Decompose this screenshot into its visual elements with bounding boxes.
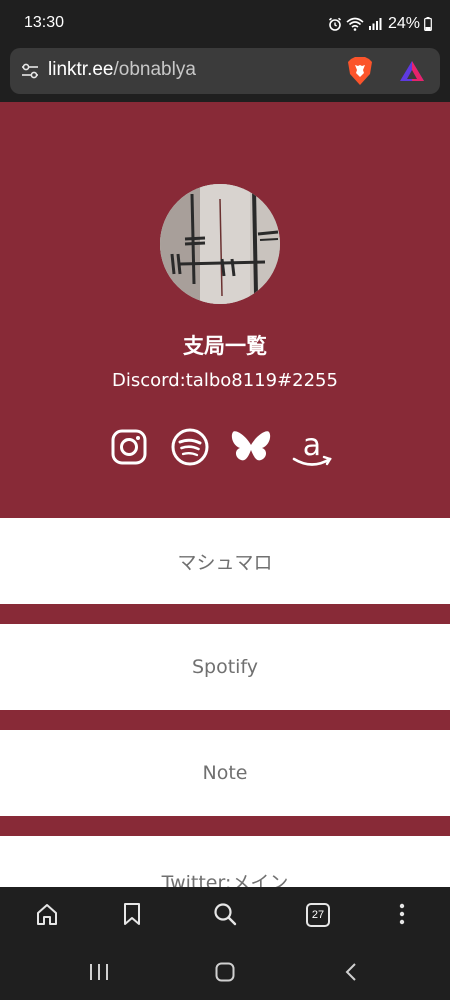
profile-bio: Discord:talbo8119#2255 bbox=[112, 370, 338, 391]
browser-toolbar bbox=[0, 887, 450, 944]
brave-rewards-icon[interactable] bbox=[398, 59, 426, 87]
home-icon[interactable] bbox=[34, 901, 60, 931]
profile-name: 支局一覧 bbox=[183, 334, 267, 358]
link-button-spotify[interactable]: Spotify bbox=[0, 624, 450, 710]
more-icon[interactable] bbox=[390, 901, 414, 931]
status-icons: 24% bbox=[328, 13, 432, 35]
spotify-icon[interactable] bbox=[170, 427, 210, 471]
home-button-icon[interactable] bbox=[214, 962, 236, 986]
status-bar: 13:30 24% bbox=[0, 0, 450, 46]
url-field[interactable]: linktr.ee/obnablya bbox=[10, 48, 440, 94]
link-button-marshmallow[interactable]: マシュマロ bbox=[0, 518, 450, 604]
battery-icon bbox=[424, 17, 432, 31]
browser-address-bar: linktr.ee/obnablya bbox=[0, 46, 450, 102]
amazon-icon[interactable]: a bbox=[290, 426, 334, 474]
url-text[interactable]: linktr.ee/obnablya bbox=[48, 59, 196, 81]
link-button-note[interactable]: Note bbox=[0, 730, 450, 816]
status-time: 13:30 bbox=[24, 14, 65, 31]
social-icons-row: a bbox=[108, 426, 338, 470]
battery-percent: 24% bbox=[387, 15, 420, 32]
bookmark-icon[interactable] bbox=[120, 901, 144, 931]
signal-icon bbox=[368, 17, 382, 31]
navigation-bar bbox=[0, 944, 450, 1000]
tabs-icon[interactable]: 27 bbox=[306, 903, 330, 927]
search-icon[interactable] bbox=[212, 901, 238, 931]
profile-header: 支局一覧 Discord:talbo8119#2255 a bbox=[0, 102, 450, 518]
alarm-icon bbox=[328, 17, 342, 31]
wifi-icon bbox=[346, 17, 364, 31]
svg-text:a: a bbox=[303, 428, 321, 463]
bluesky-icon[interactable] bbox=[230, 428, 272, 470]
instagram-icon[interactable] bbox=[110, 428, 148, 470]
avatar bbox=[160, 184, 280, 304]
back-icon[interactable] bbox=[342, 962, 360, 986]
url-domain: linktr.ee bbox=[48, 59, 114, 80]
site-settings-icon[interactable] bbox=[20, 61, 40, 85]
brave-shield-icon[interactable] bbox=[346, 56, 374, 90]
url-path: /obnablya bbox=[113, 59, 196, 80]
recent-apps-icon[interactable] bbox=[88, 962, 110, 986]
